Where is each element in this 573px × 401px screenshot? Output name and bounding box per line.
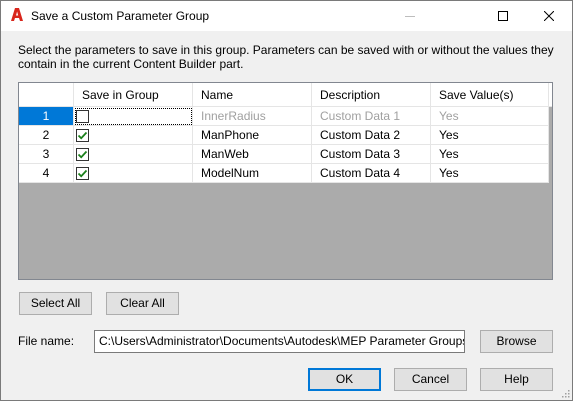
name-cell-3[interactable]: ManWeb [193, 145, 312, 164]
column-header-save-in-group[interactable]: Save in Group [74, 83, 193, 107]
maximize-icon [498, 11, 508, 21]
save-values-cell-1[interactable]: Yes [431, 107, 549, 126]
row-header-2[interactable]: 2 [19, 126, 74, 145]
close-icon [544, 11, 554, 21]
checkmark-icon [77, 150, 88, 159]
save-in-group-cell-3[interactable] [74, 145, 193, 164]
save-values-cell-4[interactable]: Yes [431, 164, 549, 183]
save-values-cell-3[interactable]: Yes [431, 145, 549, 164]
description-cell-2[interactable]: Custom Data 2 [312, 126, 431, 145]
cancel-button[interactable]: Cancel [394, 368, 467, 391]
save-checkbox-1[interactable] [76, 110, 89, 123]
ok-button[interactable]: OK [308, 368, 381, 391]
autocad-a-icon [11, 8, 23, 21]
description-cell-1[interactable]: Custom Data 1 [312, 107, 431, 126]
save-checkbox-3[interactable] [76, 148, 89, 161]
select-all-button[interactable]: Select All [19, 292, 92, 315]
parameter-grid[interactable]: Save in Group Name Description Save Valu… [18, 82, 553, 280]
title-bar[interactable]: Save a Custom Parameter Group [1, 1, 572, 31]
window-title: Save a Custom Parameter Group [31, 9, 210, 23]
clear-all-button[interactable]: Clear All [106, 292, 179, 315]
save-checkbox-4[interactable] [76, 167, 89, 180]
minimize-icon [405, 16, 415, 17]
column-header-rownum[interactable] [19, 83, 74, 107]
column-header-save-values[interactable]: Save Value(s) [431, 83, 549, 107]
column-header-name[interactable]: Name [193, 83, 312, 107]
column-header-filler [549, 83, 552, 107]
file-name-field[interactable]: C:\Users\Administrator\Documents\Autodes… [94, 330, 465, 353]
instructions-text: Select the parameters to save in this gr… [18, 43, 554, 71]
row-header-4[interactable]: 4 [19, 164, 74, 183]
name-cell-2[interactable]: ManPhone [193, 126, 312, 145]
save-checkbox-2[interactable] [76, 129, 89, 142]
checkmark-icon [77, 131, 88, 140]
save-in-group-cell-4[interactable] [74, 164, 193, 183]
file-name-label: File name: [18, 334, 75, 348]
description-cell-4[interactable]: Custom Data 4 [312, 164, 431, 183]
dialog-window: Save a Custom Parameter Group Select the… [0, 0, 573, 401]
minimize-button [387, 1, 433, 31]
save-in-group-cell-2[interactable] [74, 126, 193, 145]
save-values-cell-2[interactable]: Yes [431, 126, 549, 145]
row-header-3[interactable]: 3 [19, 145, 74, 164]
save-in-group-cell-1[interactable] [74, 107, 193, 126]
resize-grip-icon[interactable] [560, 388, 570, 398]
grid-body: Save in Group Name Description Save Valu… [19, 83, 552, 279]
row-header-1[interactable]: 1 [19, 107, 74, 126]
name-cell-4[interactable]: ModelNum [193, 164, 312, 183]
name-cell-1[interactable]: InnerRadius [193, 107, 312, 126]
checkmark-icon [77, 169, 88, 178]
maximize-button[interactable] [480, 1, 526, 31]
close-button[interactable] [526, 1, 572, 31]
column-header-description[interactable]: Description [312, 83, 431, 107]
help-button[interactable]: Help [480, 368, 553, 391]
description-cell-3[interactable]: Custom Data 3 [312, 145, 431, 164]
browse-button[interactable]: Browse [480, 330, 553, 353]
